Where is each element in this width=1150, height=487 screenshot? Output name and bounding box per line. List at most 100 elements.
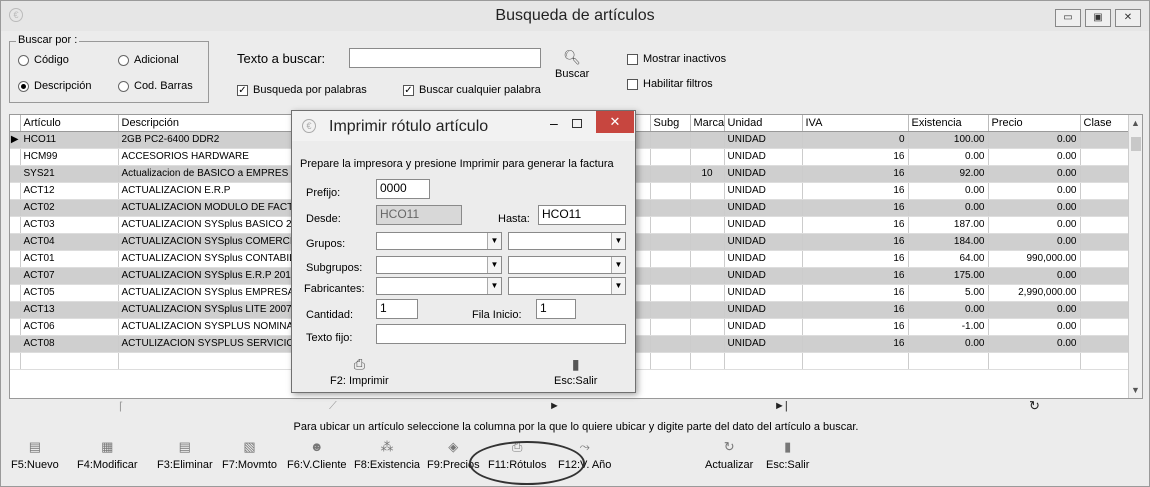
- fabricantes-from-select[interactable]: ▼: [376, 277, 502, 295]
- table-cell[interactable]: ACTUALIZACION SYSplus CONTABIL: [118, 250, 297, 268]
- table-cell[interactable]: ACTUALIZACION SYSplus E.R.P 201(: [118, 267, 297, 285]
- subgrupos-from-select[interactable]: ▼: [376, 256, 502, 274]
- table-cell[interactable]: [1080, 250, 1131, 268]
- col-articulo[interactable]: Artículo: [20, 115, 119, 132]
- client-button[interactable]: ☻ F6:V.Cliente: [287, 439, 347, 471]
- table-cell[interactable]: [1080, 284, 1131, 302]
- table-cell[interactable]: 0.00: [988, 267, 1081, 285]
- table-cell[interactable]: ACT12: [20, 182, 119, 200]
- search-button[interactable]: 🔍︎ Buscar: [555, 49, 589, 80]
- table-cell[interactable]: UNIDAD: [724, 233, 803, 251]
- table-cell[interactable]: ACT07: [20, 267, 119, 285]
- table-cell[interactable]: 16: [802, 301, 909, 319]
- table-cell[interactable]: 2,990,000.00: [988, 284, 1081, 302]
- dialog-minimize-button[interactable]: –: [550, 115, 558, 131]
- table-cell[interactable]: 10: [690, 165, 725, 183]
- texto-fijo-input[interactable]: [376, 324, 626, 344]
- table-cell[interactable]: [690, 250, 725, 268]
- table-cell[interactable]: 16: [802, 335, 909, 353]
- table-cell[interactable]: 175.00: [908, 267, 989, 285]
- table-cell[interactable]: 16: [802, 318, 909, 336]
- col-marca[interactable]: Marca: [690, 115, 725, 132]
- table-cell[interactable]: 16: [802, 148, 909, 166]
- table-cell[interactable]: 0.00: [988, 148, 1081, 166]
- table-cell[interactable]: [1080, 335, 1131, 353]
- fila-inicio-input[interactable]: 1: [536, 299, 576, 319]
- table-cell[interactable]: 0.00: [988, 318, 1081, 336]
- table-cell[interactable]: HCO11: [20, 131, 119, 149]
- table-cell[interactable]: UNIDAD: [724, 165, 803, 183]
- table-cell[interactable]: 0.00: [908, 199, 989, 217]
- radio-adicional[interactable]: Adicional: [118, 54, 179, 66]
- table-cell[interactable]: Actualizacion de BASICO a EMPRES: [118, 165, 297, 183]
- table-cell[interactable]: [690, 199, 725, 217]
- table-cell[interactable]: ACTUALIZACION SYSplus COMERCI: [118, 233, 297, 251]
- edit-button[interactable]: ▦ F4:Modificar: [77, 439, 138, 471]
- movement-button[interactable]: ▧ F7:Movmto: [222, 439, 277, 471]
- table-cell[interactable]: ACT03: [20, 216, 119, 234]
- table-cell[interactable]: ACT06: [20, 318, 119, 336]
- table-cell[interactable]: 0.00: [988, 301, 1081, 319]
- table-cell[interactable]: 990,000.00: [988, 250, 1081, 268]
- cantidad-input[interactable]: 1: [376, 299, 418, 319]
- prev-record-icon[interactable]: ⟋: [329, 400, 337, 413]
- print-button[interactable]: ⎙ F2: Imprimir: [330, 356, 389, 387]
- table-cell[interactable]: 64.00: [908, 250, 989, 268]
- exit-button[interactable]: ▮ Esc:Salir: [766, 439, 809, 471]
- col-subg[interactable]: Subg: [650, 115, 691, 132]
- table-cell[interactable]: 184.00: [908, 233, 989, 251]
- table-cell[interactable]: [650, 199, 691, 217]
- table-cell[interactable]: [650, 335, 691, 353]
- table-cell[interactable]: UNIDAD: [724, 182, 803, 200]
- table-cell[interactable]: 0.00: [988, 199, 1081, 217]
- table-cell[interactable]: [650, 267, 691, 285]
- table-cell[interactable]: ACTUALIZACION SYSplus LITE 2007: [118, 301, 297, 319]
- table-cell[interactable]: ACT02: [20, 199, 119, 217]
- desde-input[interactable]: HCO11: [376, 205, 462, 225]
- scroll-up-icon[interactable]: ▲: [1131, 118, 1140, 128]
- grupos-from-select[interactable]: ▼: [376, 232, 502, 250]
- table-cell[interactable]: UNIDAD: [724, 301, 803, 319]
- grid-scrollbar[interactable]: ▲ ▼: [1128, 115, 1142, 398]
- table-cell[interactable]: [690, 284, 725, 302]
- maximize-button[interactable]: ▣: [1085, 9, 1111, 27]
- table-cell[interactable]: 0: [802, 131, 909, 149]
- table-cell[interactable]: [690, 131, 725, 149]
- prefijo-input[interactable]: 0000: [376, 179, 430, 199]
- table-cell[interactable]: HCM99: [20, 148, 119, 166]
- subgrupos-to-select[interactable]: ▼: [508, 256, 626, 274]
- table-cell[interactable]: [690, 318, 725, 336]
- checkbox-enable-filters[interactable]: Habilitar filtros: [627, 78, 713, 90]
- table-cell[interactable]: UNIDAD: [724, 148, 803, 166]
- table-cell[interactable]: [1080, 233, 1131, 251]
- table-cell[interactable]: 0.00: [908, 182, 989, 200]
- search-input[interactable]: [349, 48, 541, 68]
- new-button[interactable]: ▤ F5:Nuevo: [11, 439, 59, 471]
- table-cell[interactable]: 16: [802, 233, 909, 251]
- close-window-button[interactable]: ✕: [1115, 9, 1141, 27]
- table-cell[interactable]: ACT04: [20, 233, 119, 251]
- table-cell[interactable]: [650, 233, 691, 251]
- grupos-to-select[interactable]: ▼: [508, 232, 626, 250]
- table-cell[interactable]: 0.00: [988, 233, 1081, 251]
- table-cell[interactable]: [650, 182, 691, 200]
- table-cell[interactable]: [650, 148, 691, 166]
- table-cell[interactable]: 16: [802, 267, 909, 285]
- dialog-close-button[interactable]: ✕: [596, 111, 634, 133]
- checkbox-show-inactive[interactable]: Mostrar inactivos: [627, 53, 726, 65]
- scroll-down-icon[interactable]: ▼: [1131, 385, 1140, 395]
- table-cell[interactable]: ACT05: [20, 284, 119, 302]
- refresh-button[interactable]: ↻ Actualizar: [705, 439, 753, 471]
- table-cell[interactable]: ACT08: [20, 335, 119, 353]
- dialog-maximize-button[interactable]: [572, 119, 582, 128]
- table-cell[interactable]: 0.00: [988, 131, 1081, 149]
- col-descripcion[interactable]: Descripción: [118, 115, 297, 132]
- table-cell[interactable]: [650, 131, 691, 149]
- table-cell[interactable]: [690, 267, 725, 285]
- hasta-input[interactable]: HCO11: [538, 205, 626, 225]
- table-cell[interactable]: UNIDAD: [724, 131, 803, 149]
- scroll-thumb[interactable]: [1131, 137, 1141, 151]
- table-cell[interactable]: [650, 165, 691, 183]
- table-cell[interactable]: [1080, 267, 1131, 285]
- table-cell[interactable]: ACT01: [20, 250, 119, 268]
